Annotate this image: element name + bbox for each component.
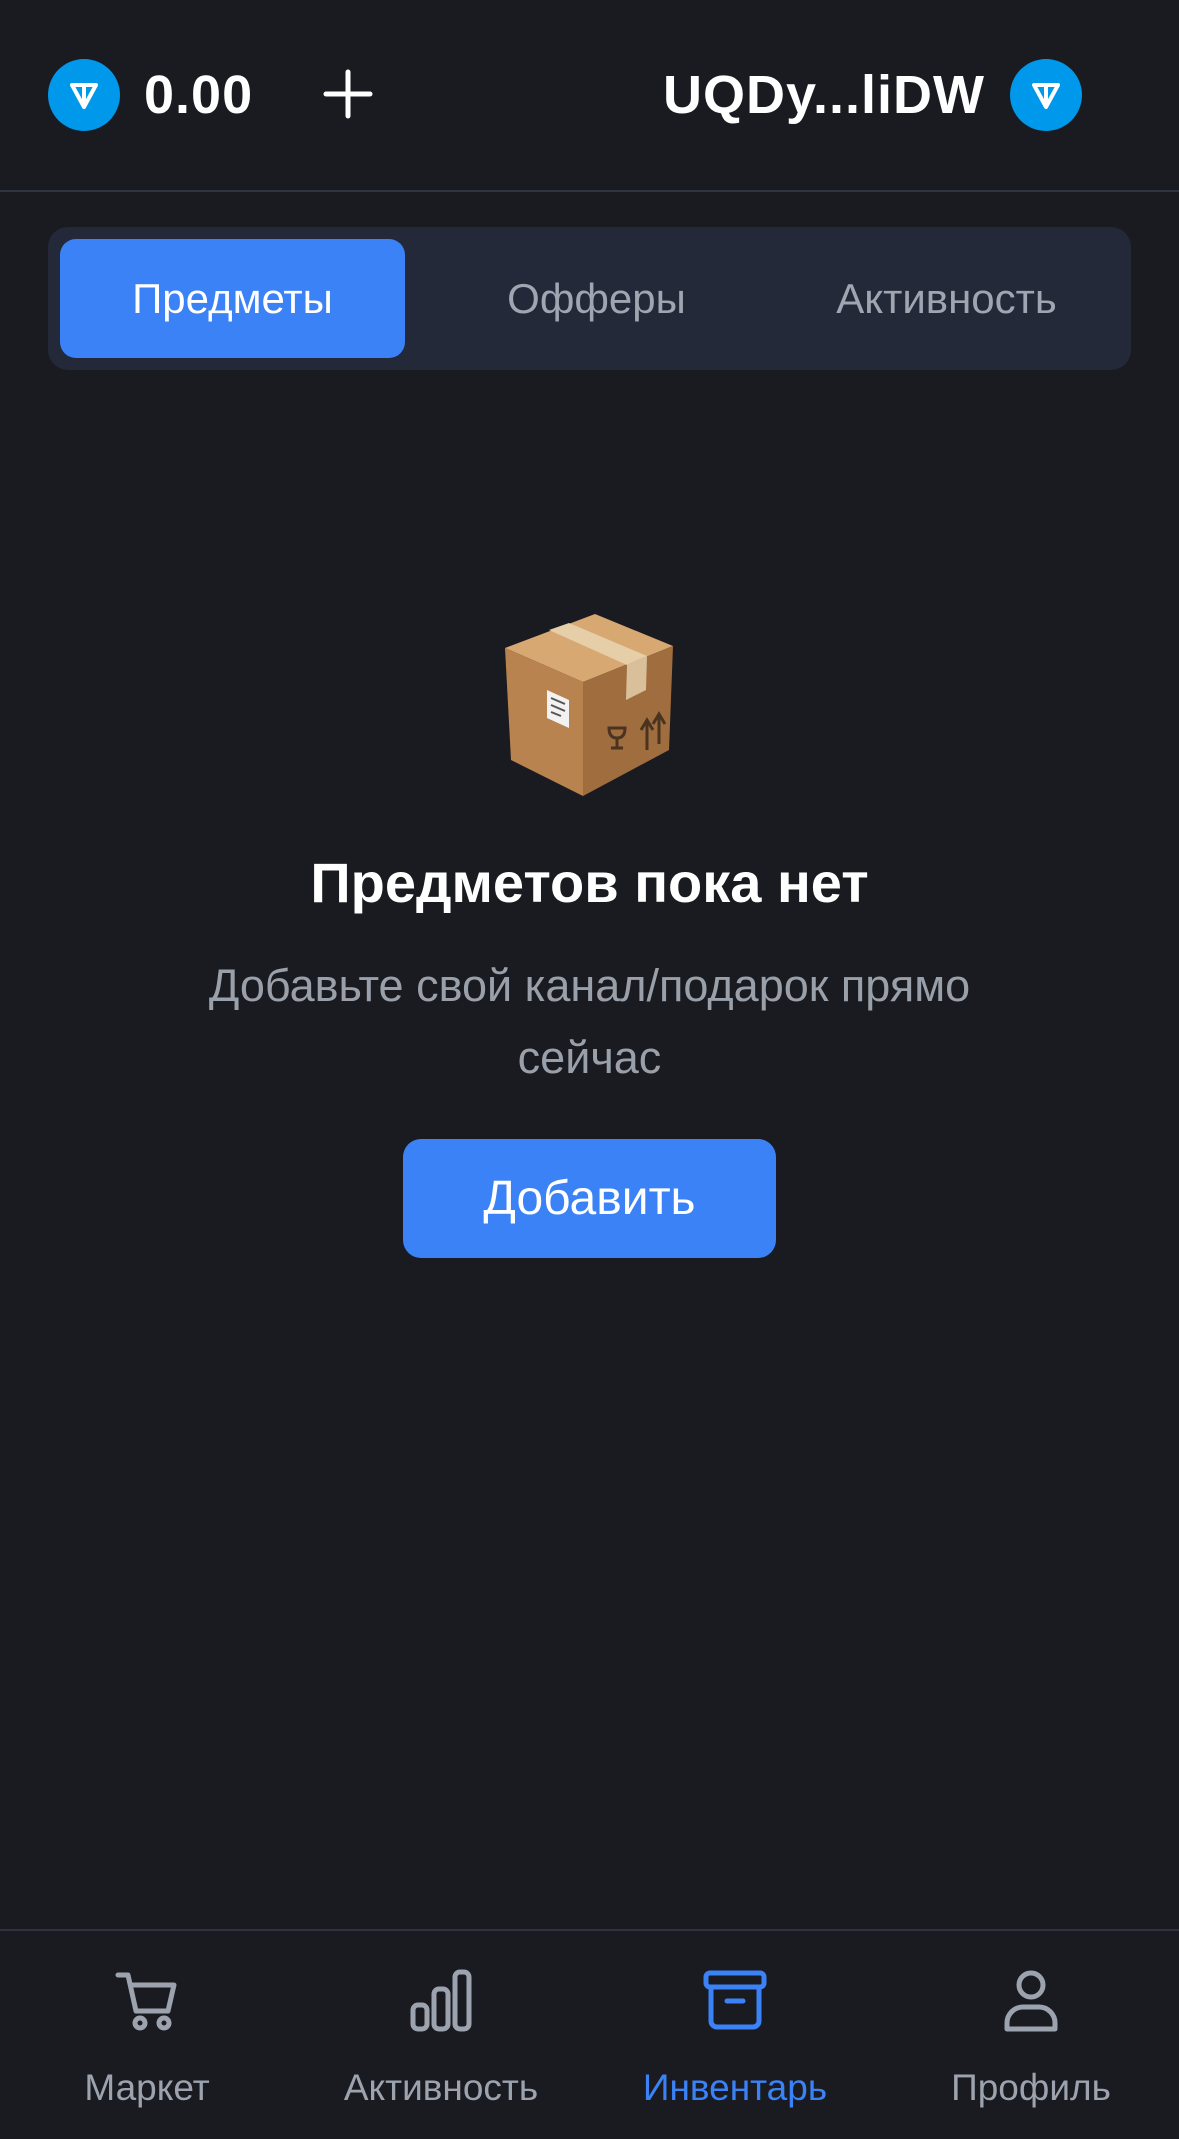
plus-icon: [323, 69, 373, 119]
nav-item-activity[interactable]: Активность: [294, 1931, 588, 2139]
app-root: 0.00 UQDy...liDW Предметы Офферы Активно…: [0, 0, 1179, 2139]
nav-label-profile: Профиль: [951, 2067, 1111, 2108]
ton-icon: [48, 59, 120, 131]
nav-label-market: Маркет: [84, 2067, 210, 2108]
balance-value: 0.00: [144, 65, 254, 125]
tab-items[interactable]: Предметы: [60, 239, 405, 358]
ton-icon[interactable]: [1010, 59, 1082, 131]
top-bar: 0.00 UQDy...liDW: [0, 0, 1179, 192]
empty-state-subtitle: Добавьте свой канал/подарок прямо сейчас: [208, 960, 971, 1083]
wallet-address[interactable]: UQDy...liDW: [663, 60, 985, 130]
package-box-icon: [505, 614, 673, 796]
nav-item-inventory[interactable]: Инвентарь: [588, 1931, 882, 2139]
user-icon: [998, 1967, 1064, 2033]
archive-box-icon: [702, 1967, 768, 2033]
nav-label-activity: Активность: [343, 2067, 539, 2108]
empty-state-title: Предметов пока нет: [310, 851, 869, 914]
bottom-nav: Маркет Активность Инвентарь Профиль: [0, 1929, 1179, 2139]
cart-icon: [114, 1967, 180, 2033]
tab-activity[interactable]: Активность: [774, 239, 1119, 358]
add-item-button[interactable]: Добавить: [403, 1139, 776, 1258]
add-funds-button[interactable]: [318, 64, 378, 124]
bar-chart-icon: [408, 1967, 474, 2033]
nav-item-profile[interactable]: Профиль: [884, 1931, 1178, 2139]
tab-offers[interactable]: Офферы: [424, 239, 769, 358]
nav-label-inventory: Инвентарь: [642, 2067, 828, 2108]
nav-item-market[interactable]: Маркет: [0, 1931, 294, 2139]
inventory-tabs: Предметы Офферы Активность: [48, 227, 1131, 370]
